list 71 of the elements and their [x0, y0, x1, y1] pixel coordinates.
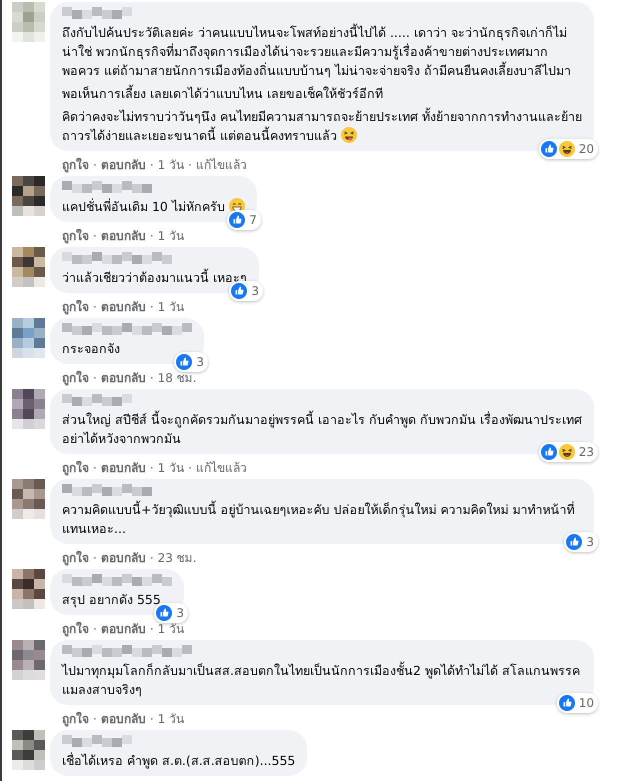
reply-link[interactable]: ตอบกลับ: [100, 619, 146, 638]
separator: ·: [93, 228, 97, 242]
separator: ·: [93, 460, 97, 474]
separator: ·: [150, 228, 154, 242]
separator: ·: [93, 622, 97, 636]
reaction-badge[interactable]: 23: [538, 442, 598, 462]
comment-text: กระจอกจัง: [62, 340, 121, 358]
separator: ·: [150, 158, 154, 172]
reaction-badge[interactable]: 3: [174, 352, 208, 372]
like-link[interactable]: ถูกใจ: [62, 368, 89, 387]
separator: ·: [150, 622, 154, 636]
separator: ·: [150, 300, 154, 314]
reaction-count: 3: [585, 535, 594, 549]
reaction-badge[interactable]: 7: [227, 210, 261, 230]
reply-link[interactable]: ตอบกลับ: [100, 155, 146, 174]
comment-time[interactable]: 1 วัน: [158, 297, 184, 316]
like-link[interactable]: ถูกใจ: [62, 619, 89, 638]
reaction-badge[interactable]: 20: [538, 139, 598, 159]
separator: ·: [93, 300, 97, 314]
reaction-badge[interactable]: 3: [229, 281, 263, 301]
edited-label: แก้ไขแล้ว: [196, 460, 247, 477]
reaction-badge[interactable]: 3: [564, 532, 598, 552]
separator: ·: [150, 550, 154, 564]
comment-time[interactable]: 23 ชม.: [158, 548, 197, 567]
separator: ·: [188, 460, 192, 474]
avatar[interactable]: [12, 730, 45, 770]
separator: ·: [93, 550, 97, 564]
comment-text: เชื่อได้เหรอ คำพูด ส.ต.(ส.ส.สอบตก)...555: [62, 751, 296, 770]
redacted-name: [62, 7, 132, 19]
comment-time[interactable]: 1 วัน: [158, 458, 184, 477]
separator: ·: [93, 712, 97, 726]
reply-link[interactable]: ตอบกลับ: [100, 226, 146, 245]
separator: ·: [150, 460, 154, 474]
like-link[interactable]: ถูกใจ: [62, 458, 89, 477]
reaction-count: 20: [578, 142, 594, 156]
reply-link[interactable]: ตอบกลับ: [100, 297, 146, 316]
reaction-count: 3: [250, 284, 259, 298]
comment-text: พอเห็นการเลี้ยง เลยเดาได้ว่าแบบไหน เลยขอเช็คให้ชัวร์อีกที: [62, 84, 384, 103]
comment-time[interactable]: 1 วัน: [158, 709, 184, 728]
separator: ·: [93, 158, 97, 172]
avatar[interactable]: [12, 569, 45, 609]
comment-time[interactable]: 1 วัน: [158, 226, 184, 245]
separator: ·: [150, 370, 154, 384]
avatar[interactable]: [12, 176, 45, 216]
like-link[interactable]: ถูกใจ: [62, 297, 89, 316]
redacted-name: [62, 394, 132, 406]
like-link[interactable]: ถูกใจ: [62, 548, 89, 567]
reaction-badge[interactable]: 10: [556, 693, 598, 713]
separator: ·: [150, 712, 154, 726]
comment-time[interactable]: 1 วัน: [158, 155, 184, 174]
like-link[interactable]: ถูกใจ: [62, 709, 89, 728]
reaction-count: 23: [578, 445, 594, 459]
reply-link[interactable]: ตอบกลับ: [100, 709, 146, 728]
like-link[interactable]: ถูกใจ: [62, 226, 89, 245]
reply-link[interactable]: ตอบกลับ: [100, 458, 146, 477]
separator: ·: [188, 158, 192, 172]
like-link[interactable]: ถูกใจ: [62, 155, 89, 174]
edited-label: แก้ไขแล้ว: [196, 157, 247, 174]
reply-link[interactable]: ตอบกลับ: [100, 548, 146, 567]
reaction-count: 10: [578, 696, 594, 710]
reaction-count: 3: [175, 606, 184, 620]
avatar[interactable]: [12, 389, 45, 429]
comment-text: ถึงกับไปค้นประวัติเลยค่ะ ว่าคนแบบไหนจะโพสท์อย่างนี้ไปได้ ..... เดาว่า จะว่านักธุรกิจเก่าก็ไม่น่าใช่ พวกนักธุรกิจที่มาถึงจุดการเมืองได้น่าจะรวยและมีความรู้เรื่องค้าขายต่างประเทศมากพอควร แต่ถ้ามาสายนักการเมืองท้องถิ่นแบบบ้านๆ ไม่น่าจะจ่ายจริง ถ้ามีคนยืนคงเลี้ยงบาลีไปมา: [62, 23, 572, 80]
reply-link[interactable]: ตอบกลับ: [100, 368, 146, 387]
redacted-name: [62, 735, 132, 747]
avatar[interactable]: [12, 479, 45, 519]
avatar[interactable]: [12, 247, 45, 287]
reaction-count: 3: [195, 355, 204, 369]
reaction-badge[interactable]: 3: [154, 603, 188, 623]
reaction-count: 7: [248, 213, 257, 227]
separator: ·: [93, 370, 97, 384]
